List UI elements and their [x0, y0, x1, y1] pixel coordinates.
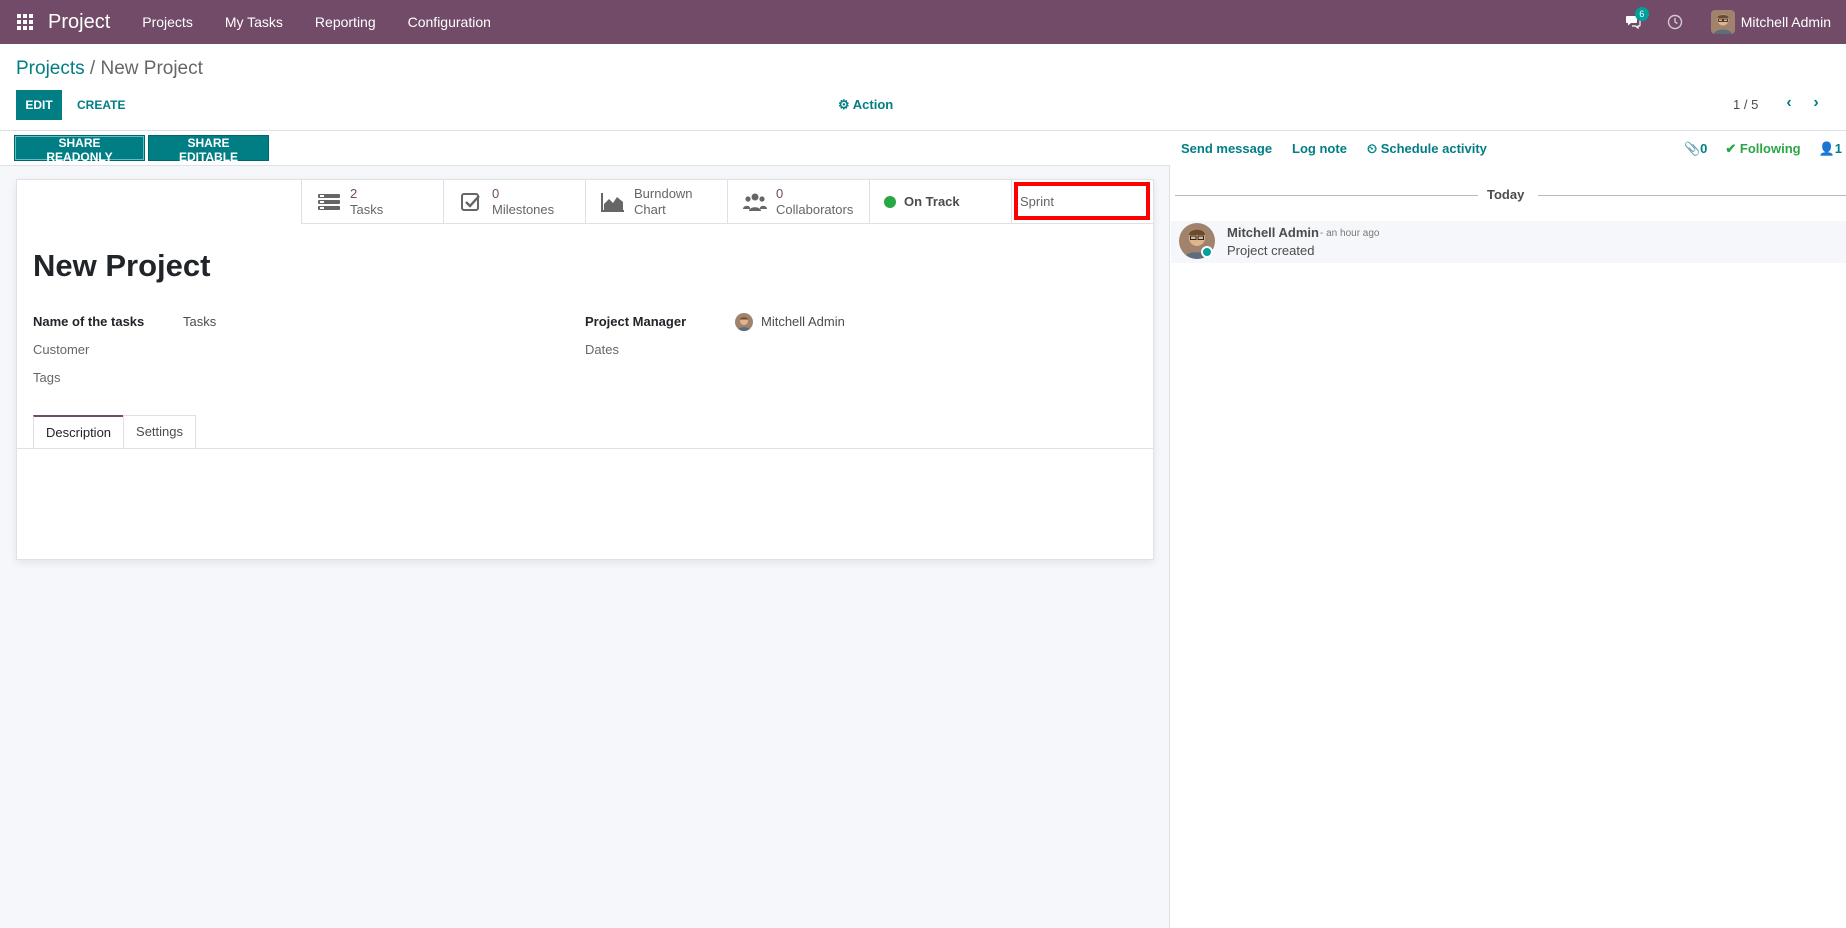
following-button[interactable]: ✔ Following	[1725, 141, 1800, 157]
name-of-tasks-value[interactable]: Tasks	[183, 314, 216, 329]
tab-settings[interactable]: Settings	[123, 415, 197, 449]
project-manager-label: Project Manager	[585, 314, 687, 329]
apps-grid-icon[interactable]	[17, 14, 33, 30]
followers-button[interactable]: 👤1	[1819, 141, 1842, 157]
breadcrumb-separator: /	[84, 58, 101, 79]
user-menu-name[interactable]: Mitchell Admin	[1741, 14, 1831, 30]
name-of-tasks-label: Name of the tasks	[33, 314, 145, 329]
message-body: Project created	[1227, 243, 1315, 258]
gear-icon: ⚙	[838, 97, 850, 112]
tab-description[interactable]: Description	[33, 415, 125, 449]
activity-clock-icon[interactable]	[1667, 14, 1683, 30]
send-message-button[interactable]: Send message	[1181, 141, 1272, 156]
customer-label: Customer	[33, 342, 90, 357]
following-label: Following	[1739, 140, 1801, 156]
menu-configuration[interactable]: Configuration	[408, 14, 491, 30]
chevron-left-icon[interactable]: ‹	[1781, 94, 1797, 112]
attachments-button[interactable]: 📎0	[1684, 141, 1707, 157]
milestones-smart-button[interactable]: 0 Milestones	[443, 180, 585, 224]
form-statusbar: SHARE READONLY SHARE EDITABLE	[0, 131, 1170, 166]
sprint-label: Sprint	[1020, 194, 1054, 209]
schedule-activity-label: Schedule activity	[1380, 140, 1487, 156]
tasks-count: 2	[350, 185, 358, 201]
smart-button-box: 2 Tasks 0 Milestones Burndown Chart 0 Co…	[301, 180, 1154, 224]
tasks-icon	[316, 191, 342, 213]
message-timestamp: - an hour ago	[1320, 228, 1380, 239]
dates-label: Dates	[585, 342, 619, 357]
followers-count: 1	[1834, 140, 1842, 156]
log-note-button[interactable]: Log note	[1292, 141, 1347, 156]
online-status-icon	[1201, 246, 1213, 258]
user-avatar[interactable]	[1710, 10, 1735, 34]
navbar-systray: 6 Mitchell Admin	[1625, 0, 1846, 44]
tags-label: Tags	[33, 370, 61, 385]
milestones-label: Milestones	[492, 201, 555, 217]
tasks-smart-button[interactable]: 2 Tasks	[301, 180, 443, 224]
notebook-tabs: Description Settings	[33, 415, 197, 449]
milestones-count: 0	[492, 185, 500, 201]
menu-reporting[interactable]: Reporting	[315, 14, 376, 30]
date-separator-label: Today	[1487, 187, 1525, 202]
users-icon	[742, 191, 768, 213]
share-readonly-button[interactable]: SHARE READONLY	[14, 135, 145, 164]
chatter-topbar: Send message Log note ⏲ Schedule activit…	[1171, 131, 1846, 166]
action-dropdown[interactable]: ⚙ Action	[838, 97, 893, 113]
action-label: Action	[852, 97, 894, 112]
chatter-topbar-right: 📎0 ✔ Following 👤1	[1684, 131, 1846, 166]
status-dot-icon	[884, 195, 896, 208]
tab-divider	[17, 448, 1153, 449]
tasks-label: Tasks	[350, 201, 384, 217]
breadcrumb-projects-link[interactable]: Projects	[16, 58, 85, 79]
chatter-panel: Send message Log note ⏲ Schedule activit…	[1171, 131, 1846, 928]
chatter-message: Mitchell Admin - an hour ago Project cre…	[1171, 221, 1846, 263]
edit-button[interactable]: EDIT	[16, 90, 62, 120]
collaborators-label: Collaborators	[776, 201, 854, 217]
clock-icon: ⏲	[1366, 140, 1378, 156]
breadcrumb: Projects / New Project	[16, 58, 203, 80]
collaborators-count: 0	[776, 185, 784, 201]
date-separator: Today	[1171, 187, 1846, 203]
check-icon: ✔	[1725, 140, 1737, 156]
sprint-smart-button[interactable]: Sprint	[1011, 180, 1153, 224]
check-square-icon	[458, 191, 484, 213]
menu-my-tasks[interactable]: My Tasks	[225, 14, 283, 30]
control-panel: Projects / New Project EDIT CREATE ⚙ Act…	[0, 44, 1846, 131]
top-navbar: Project Projects My Tasks Reporting Conf…	[0, 0, 1846, 44]
project-manager-value[interactable]: Mitchell Admin	[761, 314, 845, 329]
paperclip-icon: 📎	[1683, 140, 1701, 156]
burndown-chart-smart-button[interactable]: Burndown Chart	[585, 180, 727, 224]
area-chart-icon	[600, 191, 626, 213]
message-author[interactable]: Mitchell Admin	[1227, 225, 1319, 240]
schedule-activity-button[interactable]: ⏲ Schedule activity	[1367, 141, 1487, 157]
burndown-label-line1: Burndown	[634, 185, 693, 201]
manager-avatar	[735, 313, 753, 331]
breadcrumb-current: New Project	[100, 58, 203, 79]
project-name-field[interactable]: New Project	[33, 248, 210, 284]
app-brand[interactable]: Project	[48, 11, 110, 34]
burndown-label-line2: Chart	[634, 201, 666, 217]
share-editable-button[interactable]: SHARE EDITABLE	[148, 135, 269, 164]
form-view: SHARE READONLY SHARE EDITABLE 2 Tasks 0	[0, 131, 1170, 928]
user-icon: 👤	[1818, 140, 1835, 156]
create-button[interactable]: CREATE	[72, 90, 130, 120]
collaborators-smart-button[interactable]: 0 Collaborators	[727, 180, 869, 224]
messaging-icon[interactable]: 6	[1625, 7, 1649, 31]
menu-projects[interactable]: Projects	[142, 14, 193, 30]
attachments-count: 0	[1700, 140, 1708, 156]
form-sheet: 2 Tasks 0 Milestones Burndown Chart 0 Co…	[16, 179, 1154, 560]
project-status-button[interactable]: On Track	[869, 180, 1011, 224]
messages-count-badge: 6	[1634, 7, 1649, 21]
chevron-right-icon[interactable]: ›	[1808, 94, 1824, 112]
pager-value[interactable]: 1 / 5	[1733, 97, 1758, 112]
status-label: On Track	[904, 194, 960, 209]
